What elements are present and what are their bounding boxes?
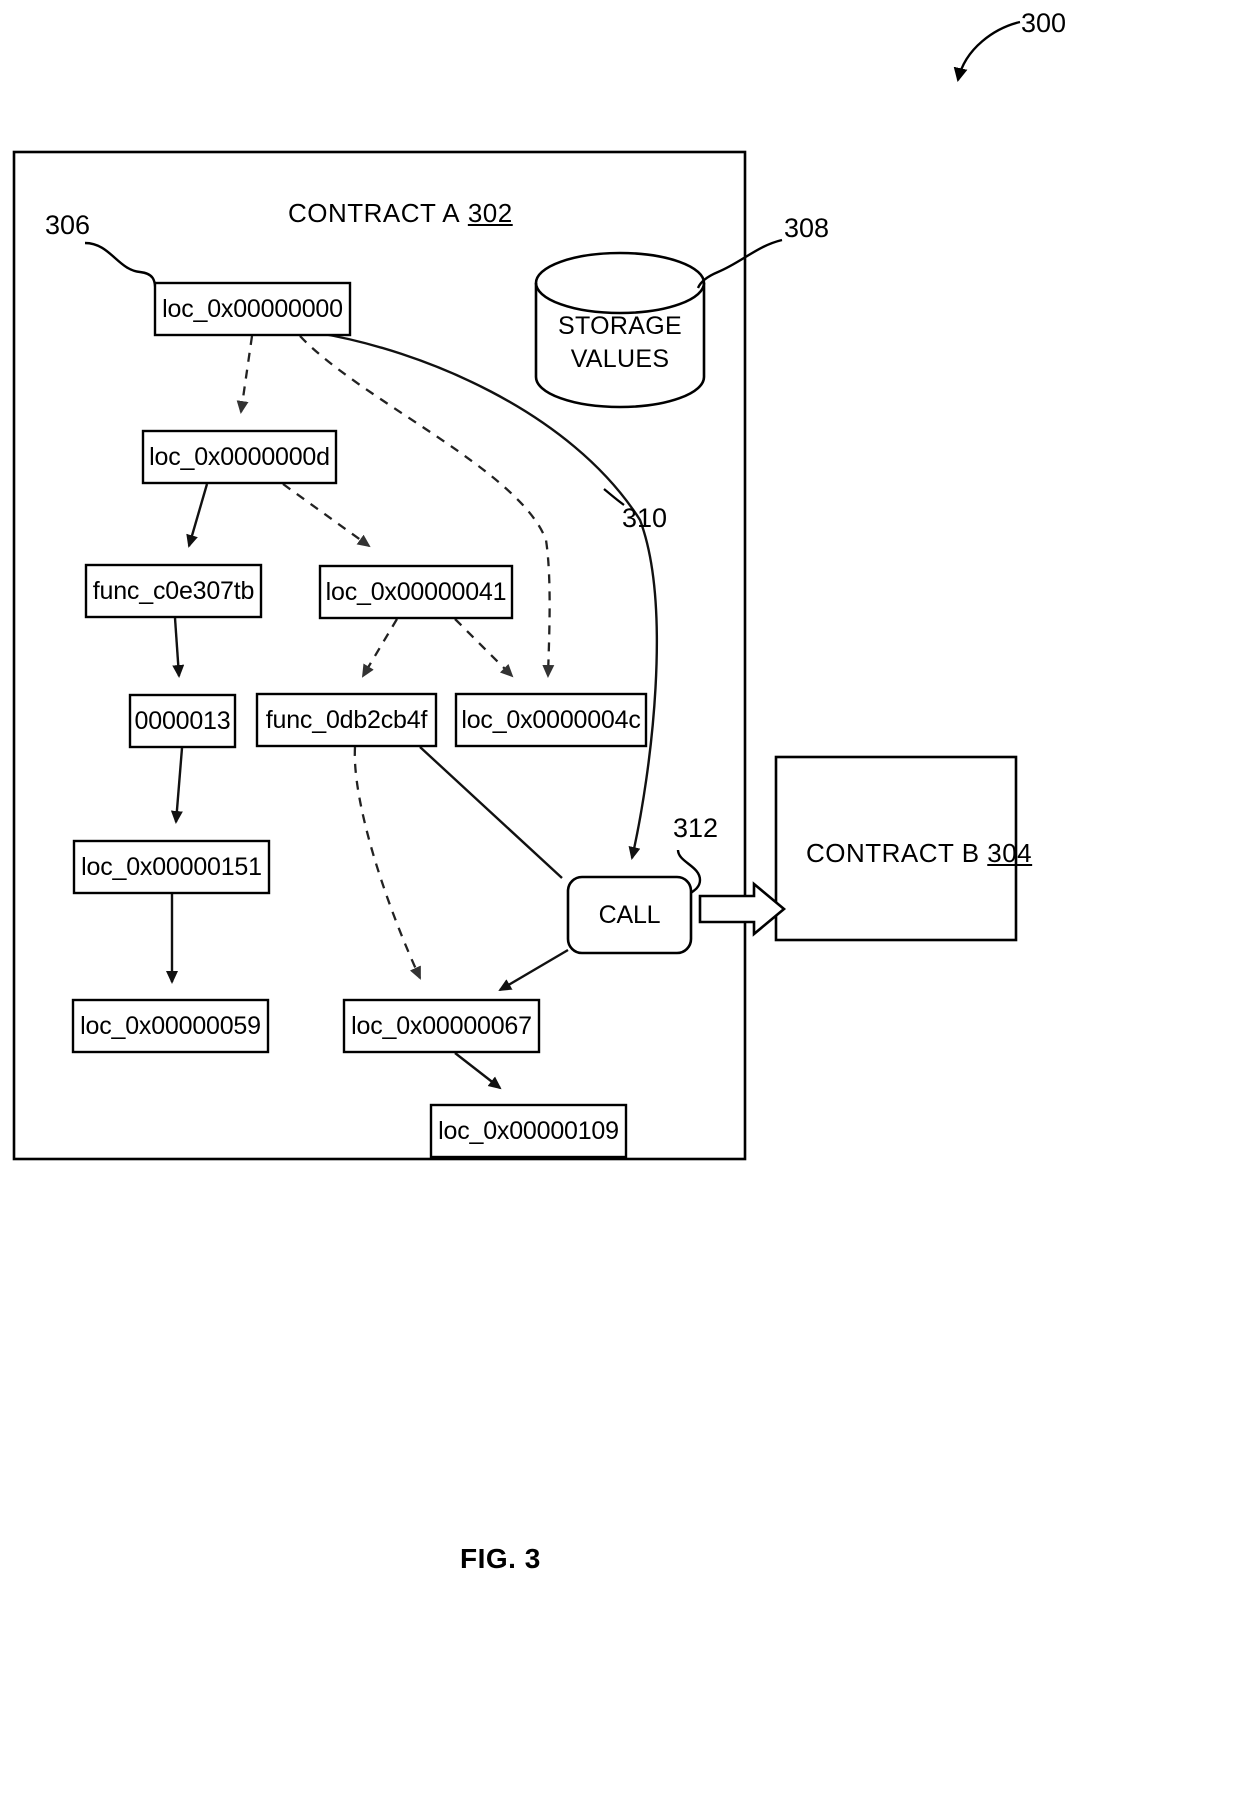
cfg-node-rect: [71, 998, 270, 1054]
contract-b-title-text: CONTRACT B: [806, 838, 980, 868]
ref-306-leader: [84, 241, 158, 293]
cfg-node-rect: [429, 1103, 628, 1159]
cfg-node-rect: [454, 692, 648, 748]
ref-number-300: 300: [1021, 8, 1067, 38]
cfg-node-rect: [72, 839, 271, 895]
ref-number-308: 308: [784, 213, 830, 243]
ref-number-306: 306: [45, 210, 91, 240]
ref-number-310: 310: [622, 503, 668, 533]
edge-n5-n67: [353, 746, 422, 980]
cfg-node-rect: [342, 998, 541, 1054]
cfg-node-rect: [84, 563, 263, 619]
node-rectangles: [71, 281, 648, 1159]
edge-call-n67: [498, 948, 569, 992]
edge-n3-n6: [454, 618, 514, 678]
cfg-node-rect: [141, 429, 338, 485]
edge-n5-call: [419, 746, 563, 879]
figure-caption: FIG. 3: [460, 1543, 541, 1574]
cfg-node-rect: [153, 281, 352, 337]
edge-n1-n2: [186, 483, 209, 548]
contract-a-title-ref: 302: [467, 198, 513, 228]
contract-a-title: CONTRACT A 302: [288, 198, 513, 229]
contract-a-title-text: CONTRACT A: [288, 198, 461, 228]
diagram-vector-layer: [12, 20, 1021, 1161]
cfg-node-rect: [128, 693, 237, 749]
contract-b-title: CONTRACT B 304: [806, 838, 1032, 869]
edge-n1-n3: [282, 483, 371, 548]
ref-number-312: 312: [673, 813, 719, 843]
edge-n67-n109: [454, 1052, 502, 1090]
edge-n4-n7: [170, 747, 184, 824]
storage-values-line2: VALUES: [570, 345, 670, 373]
cfg-node-rect: [255, 692, 438, 748]
edge-n2-n4: [172, 617, 185, 678]
storage-values-line1: STORAGE: [558, 312, 682, 340]
edge-n0-n6: [299, 335, 555, 678]
edge-n0-n1: [236, 335, 254, 414]
ref-308-leader: [696, 238, 783, 289]
patent-figure-3: 300 CONTRACT A 302 CONTRACT B 304 STORAG…: [0, 0, 1240, 1805]
ref-300-leader: [953, 20, 1021, 82]
ref-310-leader: [603, 488, 625, 506]
call-node-rect: [566, 875, 693, 955]
contract-b-title-ref: 304: [987, 838, 1033, 868]
call-to-contract-b-block-arrow: [698, 881, 787, 937]
storage-values-label: STORAGE VALUES: [536, 310, 704, 376]
cfg-node-rect: [318, 564, 514, 620]
edge-n3-n5: [361, 618, 398, 678]
